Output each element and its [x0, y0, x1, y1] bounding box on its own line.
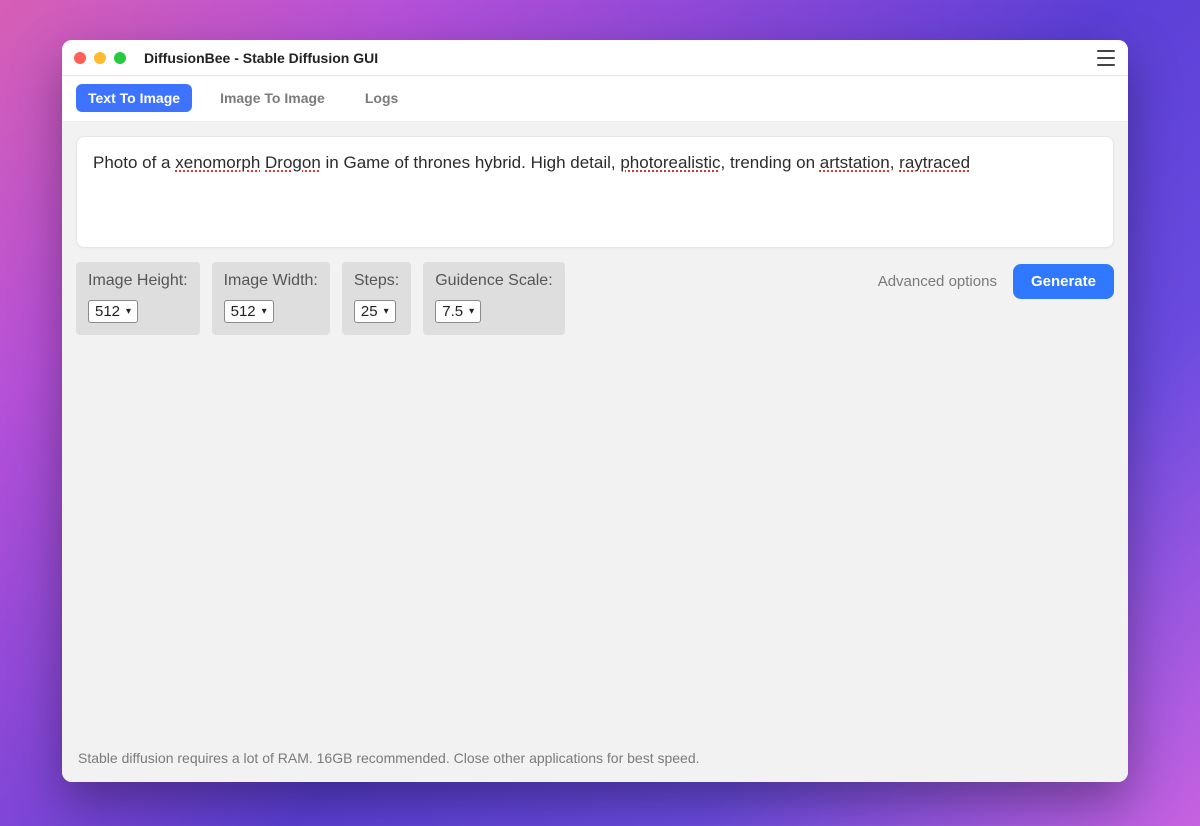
param-label: Guidence Scale:: [435, 272, 552, 290]
param-label: Image Height:: [88, 272, 188, 290]
prompt-segment: , trending on: [721, 153, 820, 172]
traffic-lights: [74, 52, 126, 64]
guidance-scale-select[interactable]: 7.5 ▾: [435, 300, 481, 323]
select-value: 25: [361, 303, 378, 320]
prompt-segment: ,: [890, 153, 899, 172]
prompt-segment: Photo of a: [93, 153, 175, 172]
content-area: Photo of a xenomorph Drogon in Game of t…: [62, 122, 1128, 782]
maximize-window-button[interactable]: [114, 52, 126, 64]
app-window: DiffusionBee - Stable Diffusion GUI Text…: [62, 40, 1128, 782]
right-controls: Advanced options Generate: [878, 262, 1114, 299]
param-guidance-scale: Guidence Scale: 7.5 ▾: [423, 262, 564, 335]
steps-select[interactable]: 25 ▾: [354, 300, 396, 323]
prompt-spellword: artstation: [820, 153, 890, 172]
chevron-down-icon: ▾: [262, 306, 267, 317]
chevron-down-icon: ▾: [469, 306, 474, 317]
prompt-segment: in Game of thrones hybrid. High detail,: [321, 153, 621, 172]
prompt-spellword: raytraced: [899, 153, 970, 172]
chevron-down-icon: ▾: [126, 306, 131, 317]
prompt-spellword: Drogon: [265, 153, 321, 172]
prompt-spellword: photorealistic: [620, 153, 720, 172]
tab-text-to-image[interactable]: Text To Image: [76, 84, 192, 112]
controls-row: Image Height: 512 ▾ Image Width: 512 ▾ S…: [76, 262, 1114, 335]
chevron-down-icon: ▾: [384, 306, 389, 317]
window-title: DiffusionBee - Stable Diffusion GUI: [144, 50, 378, 66]
param-image-width: Image Width: 512 ▾: [212, 262, 330, 335]
param-steps: Steps: 25 ▾: [342, 262, 411, 335]
prompt-box: Photo of a xenomorph Drogon in Game of t…: [76, 136, 1114, 248]
select-value: 7.5: [442, 303, 463, 320]
select-value: 512: [95, 303, 120, 320]
minimize-window-button[interactable]: [94, 52, 106, 64]
tab-image-to-image[interactable]: Image To Image: [208, 84, 337, 112]
image-width-select[interactable]: 512 ▾: [224, 300, 274, 323]
tab-logs[interactable]: Logs: [353, 84, 410, 112]
param-image-height: Image Height: 512 ▾: [76, 262, 200, 335]
select-value: 512: [231, 303, 256, 320]
close-window-button[interactable]: [74, 52, 86, 64]
prompt-input[interactable]: Photo of a xenomorph Drogon in Game of t…: [93, 151, 1097, 231]
generate-button[interactable]: Generate: [1013, 264, 1114, 299]
tab-bar: Text To Image Image To Image Logs: [62, 76, 1128, 122]
advanced-options-link[interactable]: Advanced options: [878, 273, 997, 290]
footer-note: Stable diffusion requires a lot of RAM. …: [76, 746, 1114, 772]
param-label: Steps:: [354, 272, 399, 290]
image-height-select[interactable]: 512 ▾: [88, 300, 138, 323]
param-label: Image Width:: [224, 272, 318, 290]
titlebar: DiffusionBee - Stable Diffusion GUI: [62, 40, 1128, 76]
hamburger-menu-icon[interactable]: [1096, 50, 1116, 66]
prompt-spellword: xenomorph: [175, 153, 260, 172]
